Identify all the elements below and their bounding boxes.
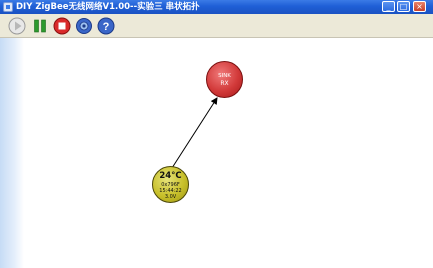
settings-button[interactable]	[74, 16, 94, 36]
sensor-temperature: 24°C	[159, 171, 182, 181]
help-icon: ?	[97, 17, 115, 35]
pause-button[interactable]	[30, 16, 50, 36]
maximize-button[interactable]: □	[397, 1, 410, 12]
window-title: DIY ZigBee无线网络V1.00--实验三 串状拓扑	[16, 2, 200, 12]
close-button[interactable]: ×	[413, 1, 426, 12]
title-bar: DIY ZigBee无线网络V1.00--实验三 串状拓扑 _ □ ×	[0, 0, 433, 14]
sensor-voltage: 3.0V	[164, 194, 177, 200]
sensor-node[interactable]: 24°C 0x796F 15:44:22 3.0V	[152, 166, 189, 203]
stop-button[interactable]	[52, 16, 72, 36]
sink-label: SINK	[218, 73, 231, 79]
gear-icon	[76, 18, 92, 34]
svg-text:?: ?	[103, 21, 110, 33]
pause-icon	[34, 19, 46, 33]
play-icon	[8, 17, 26, 35]
left-gradient-bar	[0, 38, 24, 268]
play-button[interactable]	[7, 16, 27, 36]
toolbar: ?	[0, 14, 433, 38]
help-button[interactable]: ?	[96, 16, 116, 36]
sink-rx-label: RX	[220, 80, 229, 87]
stop-icon	[53, 17, 71, 35]
minimize-button[interactable]: _	[382, 1, 395, 12]
app-icon	[3, 2, 13, 12]
sink-node[interactable]: SINK RX	[206, 61, 243, 98]
